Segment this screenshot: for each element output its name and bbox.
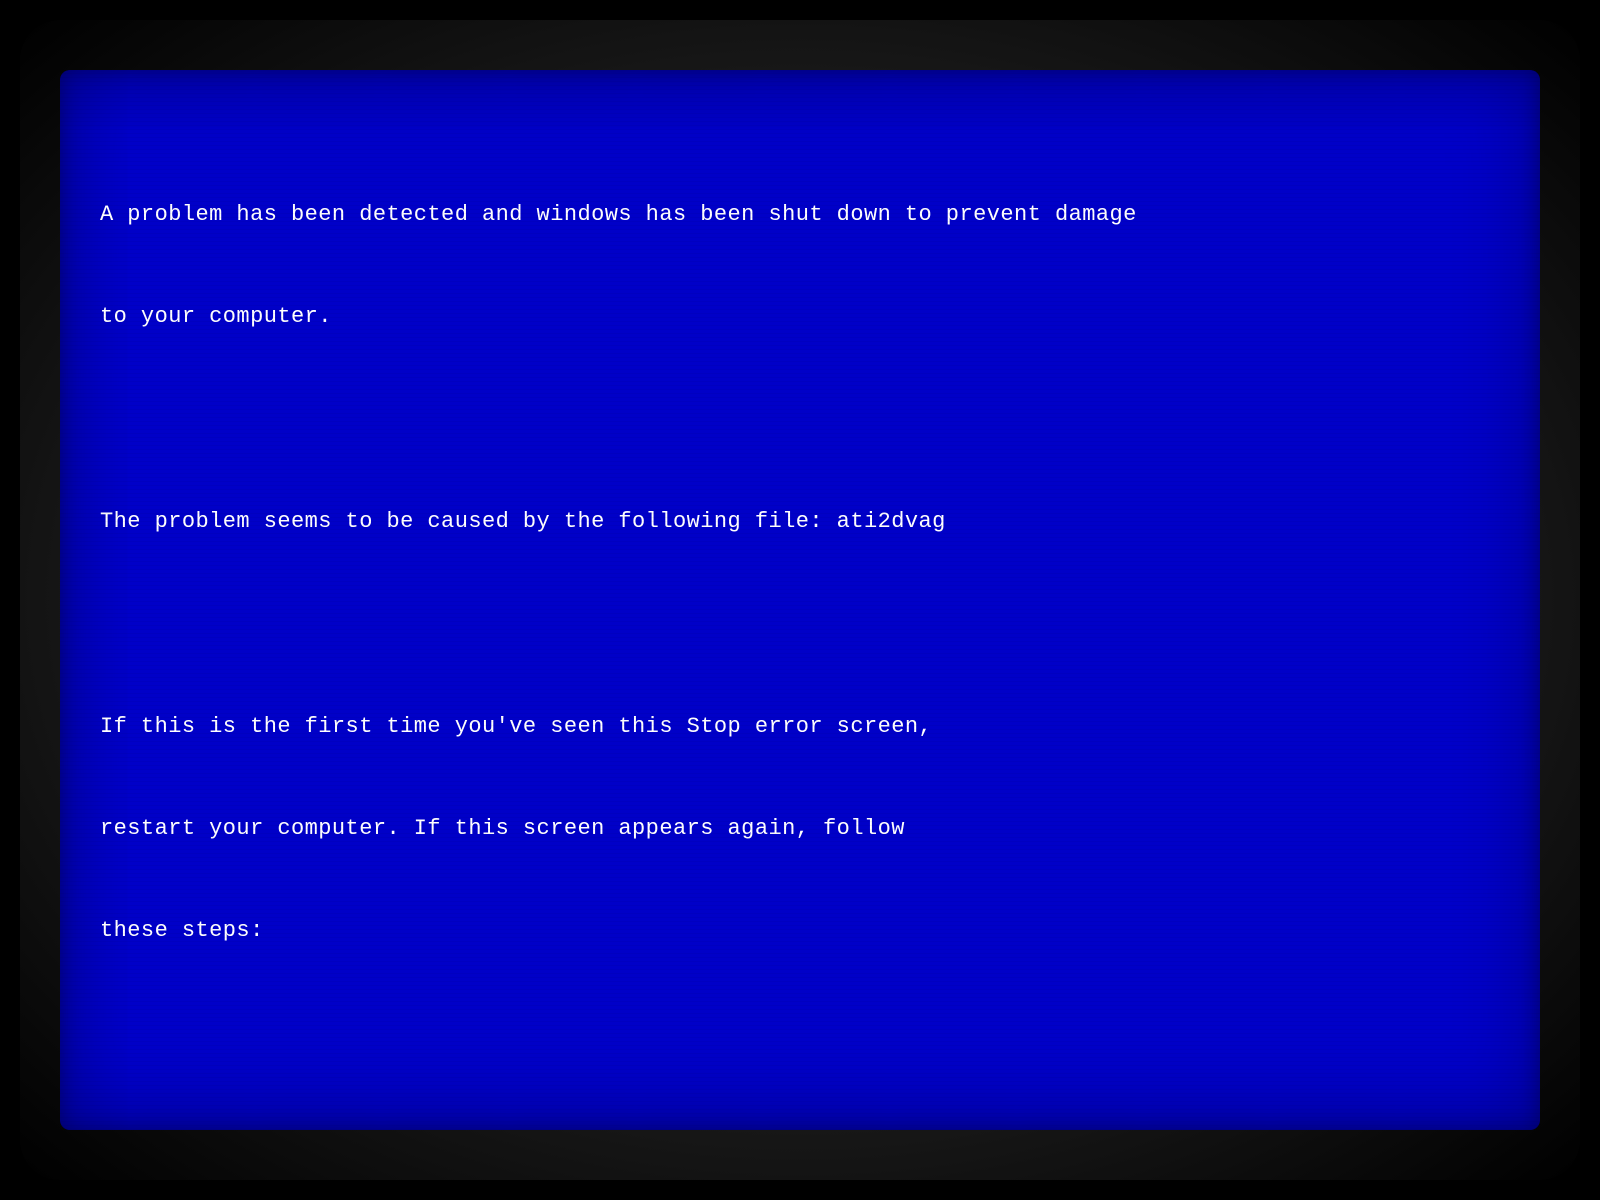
bsod-line-4: If this is the first time you've seen th… xyxy=(100,710,1500,744)
bsod-line-3: The problem seems to be caused by the fo… xyxy=(100,505,1500,539)
bsod-spacer-4 xyxy=(100,1119,1500,1130)
bsod-line-6: these steps: xyxy=(100,914,1500,948)
bsod-line-2: to your computer. xyxy=(100,300,1500,334)
bsod-spacer-3 xyxy=(100,1016,1500,1050)
bsod-line-5: restart your computer. If this screen ap… xyxy=(100,812,1500,846)
bsod-content: A problem has been detected and windows … xyxy=(100,130,1500,1090)
bsod-spacer-2 xyxy=(100,607,1500,641)
bsod-spacer-1 xyxy=(100,403,1500,437)
bsod-screen: A problem has been detected and windows … xyxy=(60,70,1540,1130)
bsod-line-1: A problem has been detected and windows … xyxy=(100,198,1500,232)
monitor: A problem has been detected and windows … xyxy=(20,20,1580,1180)
